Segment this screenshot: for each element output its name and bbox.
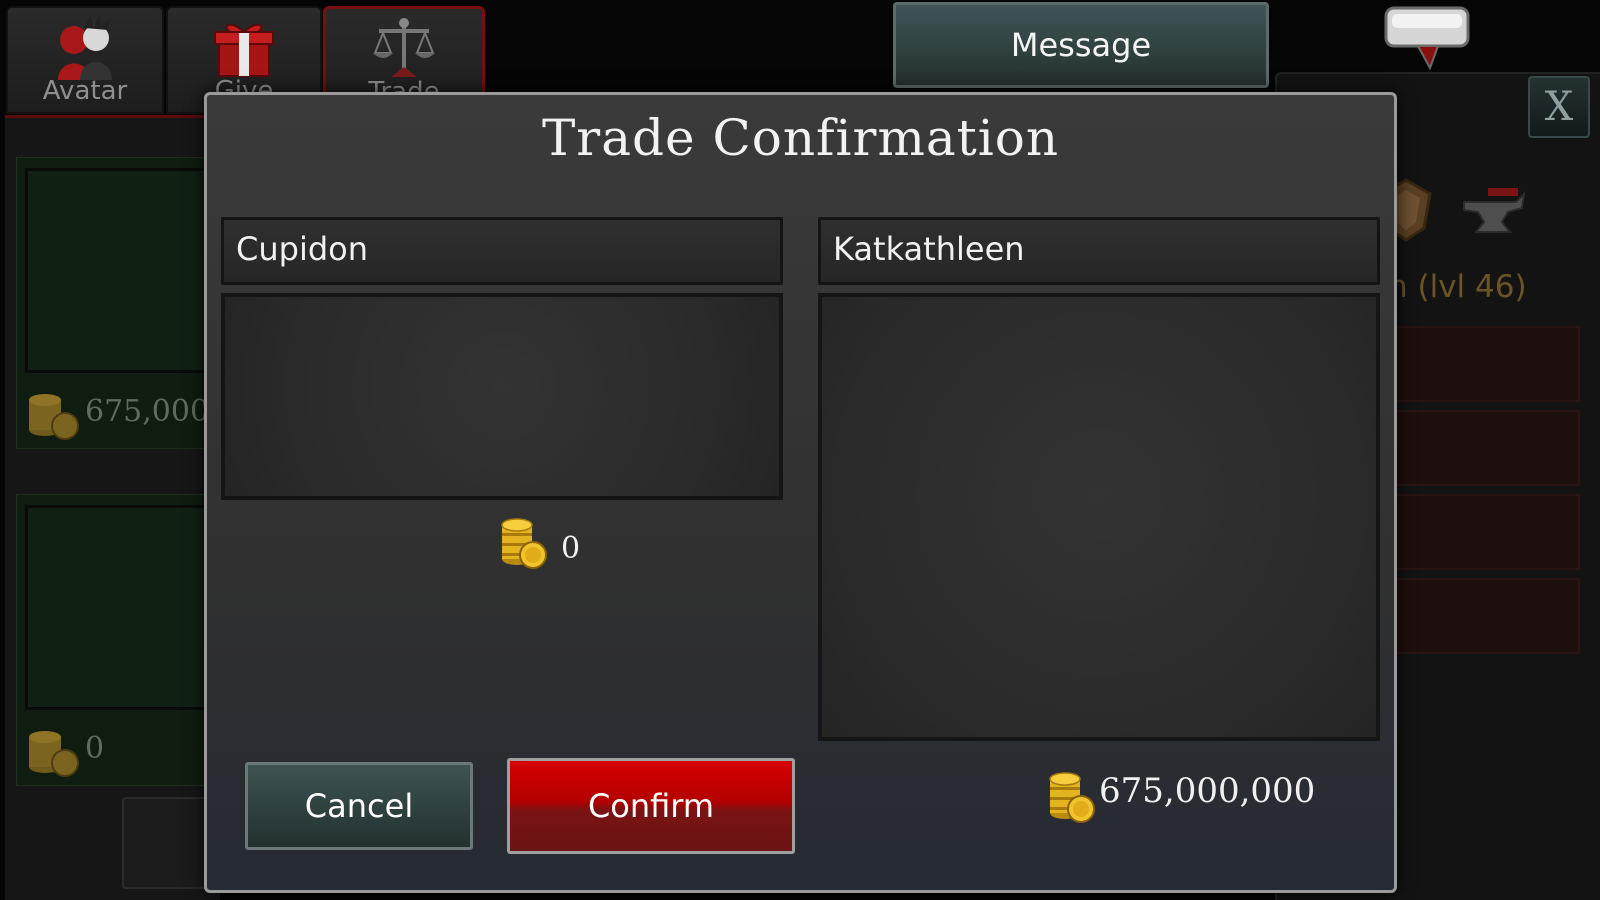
right-list-row[interactable]: [1390, 326, 1580, 402]
right-player-name: Katkathleen: [833, 230, 1025, 268]
dialog-title: Trade Confirmation: [541, 109, 1060, 167]
gold-coins-icon: [1049, 772, 1095, 823]
chat-bubble-icon[interactable]: [1384, 4, 1470, 72]
right-list-row[interactable]: [1390, 578, 1580, 654]
gift-icon: [214, 23, 274, 77]
right-player-name-bar: Katkathleen: [818, 217, 1380, 285]
right-player-gold-amount: 675,000,000: [1099, 771, 1316, 811]
left-player-gold-amount: 0: [561, 531, 581, 566]
left-player-name-bar: Cupidon: [221, 217, 783, 285]
close-button[interactable]: X: [1528, 76, 1590, 138]
their-offer-gold-amount: 0: [85, 731, 105, 766]
tab-avatar-label: Avatar: [42, 76, 128, 106]
avatar-icon: [58, 14, 112, 80]
gold-coins-icon: [29, 731, 79, 777]
left-player-name: Cupidon: [236, 230, 368, 268]
trade-confirmation-dialog: Trade Confirmation Cupidon 0 Katkathleen: [204, 92, 1397, 893]
scales-icon: [373, 18, 435, 77]
their-offer-block: 0: [16, 494, 218, 786]
right-list-row[interactable]: [1390, 410, 1580, 486]
left-player-items-box: [221, 293, 783, 500]
their-offer-slot[interactable]: [25, 505, 207, 710]
game-screen: Avatar Give Trade: [0, 0, 1600, 900]
tab-avatar[interactable]: Avatar: [6, 6, 164, 114]
anvil-icon: [1463, 188, 1526, 233]
confirm-button[interactable]: Confirm: [507, 758, 795, 854]
gold-coins-icon: [501, 518, 547, 569]
right-list-row[interactable]: [1390, 494, 1580, 570]
my-offer-block: 675,000,0: [16, 157, 238, 449]
cancel-button[interactable]: Cancel: [245, 762, 473, 850]
right-player-items-box: [818, 293, 1380, 741]
my-offer-slot[interactable]: [25, 168, 207, 373]
player-level-text: n (lvl 46): [1388, 269, 1527, 305]
gold-coins-icon: [29, 394, 79, 440]
message-button[interactable]: Message: [893, 2, 1269, 88]
